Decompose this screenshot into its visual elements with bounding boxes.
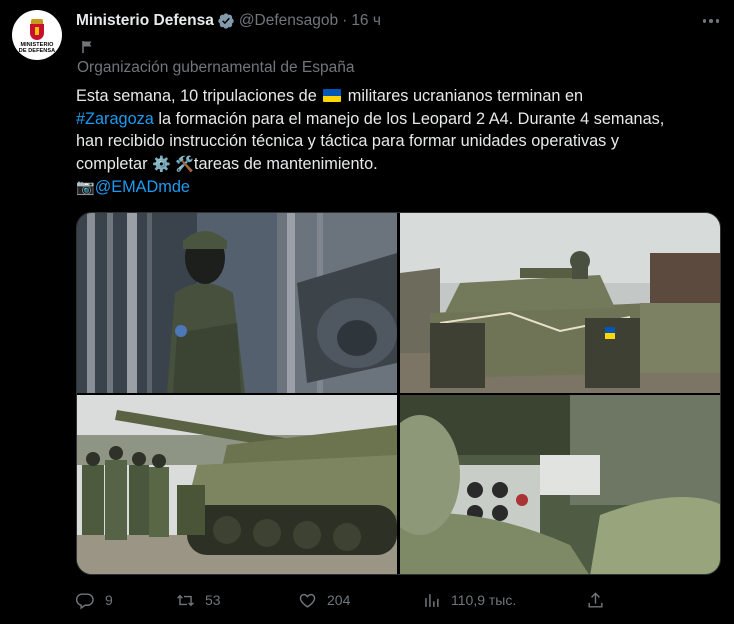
- share-icon: [588, 591, 603, 608]
- hashtag-link[interactable]: #Zaragoza: [76, 110, 154, 128]
- tweet[interactable]: MINISTERIO DE DEFENSA Ministerio Defensa…: [0, 0, 734, 624]
- photo-soldiers-tank[interactable]: [77, 395, 397, 574]
- retweet-button[interactable]: 53: [176, 588, 221, 612]
- affiliation-label[interactable]: Organización gubernamental de España: [77, 59, 354, 77]
- reply-icon: [76, 592, 94, 609]
- tweet-header: Ministerio Defensa @Defensagob · 16 ч: [76, 11, 381, 31]
- tweet-line-2: #Zaragoza la formación para el manejo de…: [76, 109, 665, 128]
- avatar-logo-text: MINISTERIO DE DEFENSA: [18, 41, 56, 54]
- mention-link[interactable]: @EMADmde: [95, 178, 190, 196]
- photo-tank-interior[interactable]: [400, 395, 720, 574]
- action-bar: 9 53 204 110,9 тыс.: [76, 588, 606, 612]
- tweet-line-5: 📷@EMADmde: [76, 176, 726, 200]
- tweet-line-4: completar ⚙️ 🛠️tareas de mantenimiento.: [76, 153, 726, 177]
- media-grid: [76, 212, 721, 575]
- like-button[interactable]: 204: [298, 588, 350, 612]
- retweet-icon: [177, 594, 194, 606]
- camera-icon: 📷: [76, 179, 95, 196]
- gear-icon: ⚙️: [152, 155, 171, 173]
- account-handle[interactable]: @Defensagob: [239, 12, 338, 30]
- share-button[interactable]: [586, 588, 615, 612]
- ukraine-flag-icon: [323, 89, 342, 102]
- account-name[interactable]: Ministerio Defensa: [76, 12, 214, 30]
- tweet-text: Esta semana, 10 tripulaciones de militar…: [76, 85, 726, 200]
- reply-count: 9: [105, 592, 113, 608]
- photo-tank-front[interactable]: [400, 213, 720, 393]
- avatar[interactable]: MINISTERIO DE DEFENSA: [12, 10, 62, 60]
- verified-badge-icon[interactable]: [217, 12, 235, 30]
- photo-soldier[interactable]: [77, 213, 397, 393]
- reply-button[interactable]: 9: [76, 588, 113, 612]
- like-count: 204: [327, 592, 351, 608]
- tweet-line-1: Esta semana, 10 tripulaciones de militar…: [76, 87, 584, 105]
- separator-dot: ·: [342, 12, 348, 29]
- views-icon: [425, 593, 439, 607]
- flag-icon: [82, 41, 92, 53]
- retweet-count: 53: [205, 592, 221, 608]
- more-icon[interactable]: [700, 10, 722, 32]
- timestamp[interactable]: 16 ч: [351, 12, 381, 30]
- tools-icon: 🛠️: [175, 155, 194, 173]
- tweet-line-3: han recibido instrucción técnica y tácti…: [76, 132, 619, 150]
- views-count: 110,9 тыс.: [451, 592, 517, 608]
- heart-icon: [299, 593, 316, 608]
- views-button[interactable]: 110,9 тыс.: [422, 588, 516, 612]
- coat-of-arms-icon: [27, 18, 47, 41]
